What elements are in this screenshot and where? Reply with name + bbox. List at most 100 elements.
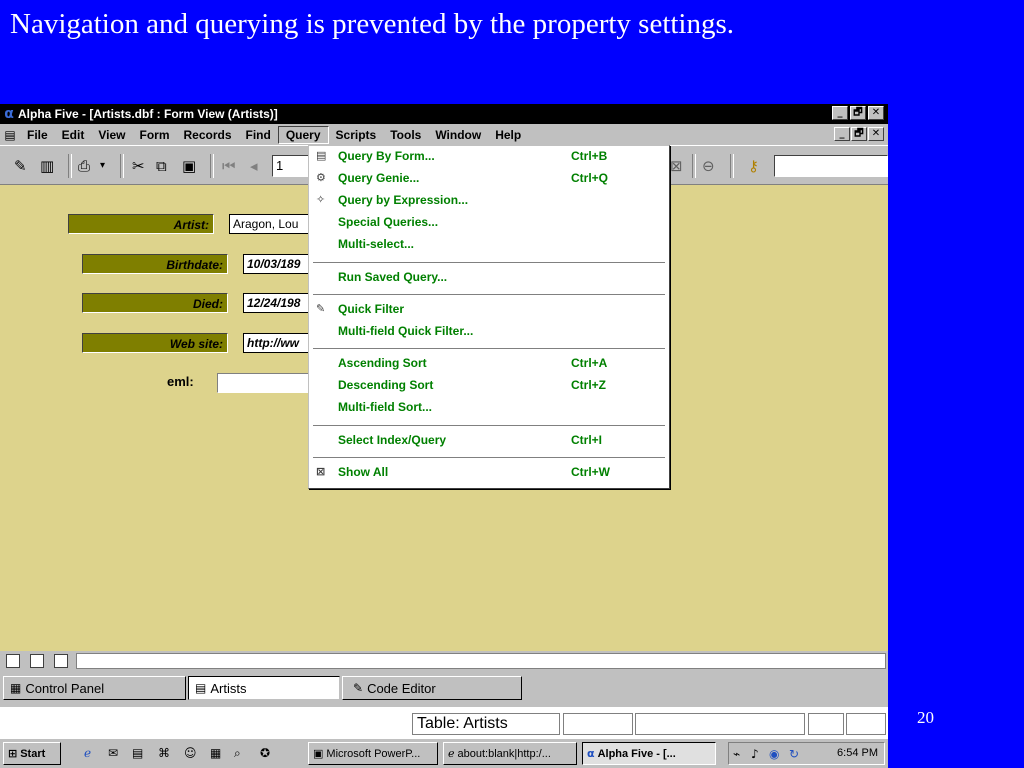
tray-refresh-icon[interactable]: ↻ — [789, 747, 799, 761]
start-button[interactable]: ⊞ Start — [3, 742, 61, 765]
tab-code-editor[interactable]: ✎ Code Editor — [342, 676, 522, 700]
volume-icon[interactable]: ♪ — [751, 747, 759, 761]
document-menu-icon[interactable]: ▤ — [0, 128, 20, 142]
taskbar-alpha-five[interactable]: α Alpha Five - [... — [582, 742, 716, 765]
restore-button[interactable]: 🗗 — [850, 106, 866, 120]
desktop-icon[interactable]: ▦ — [210, 746, 221, 760]
ie-icon[interactable]: ℯ — [84, 746, 91, 760]
query-form-icon: ▤ — [316, 149, 327, 162]
menu-query[interactable]: Query — [277, 125, 329, 144]
item-label: Ascending Sort — [338, 356, 427, 370]
item-label: Query By Form... — [338, 149, 435, 163]
menu-separator — [313, 425, 665, 429]
view-mode-box-3[interactable] — [54, 654, 68, 668]
mdi-close-button[interactable]: ✕ — [868, 127, 884, 141]
multi-field-quick-filter-item[interactable]: Multi-field Quick Filter... — [309, 321, 669, 341]
tray-sync-icon[interactable]: ◉ — [769, 747, 779, 761]
descending-sort-item[interactable]: Descending Sort Ctrl+Z — [309, 375, 669, 395]
find-icon[interactable]: ⌕ — [234, 746, 241, 761]
special-queries-item[interactable]: Special Queries... — [309, 212, 669, 232]
mdi-minimize-button[interactable]: _ — [834, 127, 850, 141]
browser-icon: ℯ — [448, 747, 455, 760]
menu-records[interactable]: Records — [176, 127, 238, 143]
tab-control-panel[interactable]: ▦ Control Panel — [3, 676, 186, 700]
menu-edit[interactable]: Edit — [55, 127, 92, 143]
browse-icon[interactable]: ▥ — [40, 157, 54, 175]
item-shortcut: Ctrl+A — [571, 356, 608, 370]
run-saved-query-item[interactable]: Run Saved Query... — [309, 267, 669, 287]
artist-label: Artist: — [68, 214, 214, 234]
view-mode-box-2[interactable] — [30, 654, 44, 668]
show-all-item[interactable]: ⊠ Show All Ctrl+W — [309, 462, 669, 482]
tab-artists[interactable]: ▤ Artists — [188, 676, 340, 700]
app-quicklaunch-icon[interactable]: ✪ — [260, 746, 270, 760]
item-label: Select Index/Query — [338, 433, 447, 447]
print-icon[interactable]: ⎙ — [78, 157, 90, 175]
birthdate-label: Birthdate: — [82, 254, 228, 274]
item-shortcut: Ctrl+I — [571, 433, 603, 447]
previous-record-icon[interactable]: ◂ — [250, 157, 258, 175]
select-index-query-item[interactable]: Select Index/Query Ctrl+I — [309, 430, 669, 450]
show-all-icon: ⊠ — [316, 465, 326, 478]
table-status: Table: Artists — [412, 713, 560, 735]
outlook-icon[interactable]: ✉ — [108, 746, 118, 760]
minimize-button[interactable]: _ — [832, 106, 848, 120]
tab-label: Artists — [210, 680, 247, 696]
record-number-field[interactable]: 1 — [272, 155, 312, 177]
menu-find[interactable]: Find — [239, 127, 278, 143]
menu-scripts[interactable]: Scripts — [329, 127, 384, 143]
people-icon[interactable]: ☺ — [184, 746, 197, 760]
alpha-five-window: α Alpha Five - [Artists.dbf : Form View … — [0, 104, 888, 738]
menu-view[interactable]: View — [91, 127, 132, 143]
ascending-sort-item[interactable]: Ascending Sort Ctrl+A — [309, 353, 669, 373]
mdi-restore-button[interactable]: 🗗 — [851, 127, 867, 141]
status-cell-4 — [808, 713, 844, 735]
quick-filter-item[interactable]: ✎ Quick Filter — [309, 299, 669, 319]
code-editor-icon: ✎ — [353, 681, 364, 695]
website-label: Web site: — [82, 333, 228, 353]
zoom-icon[interactable]: ⊖ — [702, 157, 715, 175]
menu-file[interactable]: File — [20, 127, 55, 143]
item-label: Quick Filter — [338, 302, 405, 316]
first-record-icon[interactable]: ⏮ — [222, 157, 236, 175]
close-button[interactable]: ✕ — [868, 106, 884, 120]
menu-window[interactable]: Window — [428, 127, 488, 143]
menu-help[interactable]: Help — [488, 127, 528, 143]
notepad-icon[interactable]: ▤ — [132, 746, 143, 760]
task-label: Alpha Five - [... — [597, 747, 676, 760]
view-mode-box-1[interactable] — [6, 654, 20, 668]
cut-icon[interactable]: ✂ — [132, 157, 145, 175]
multi-field-sort-item[interactable]: Multi-field Sort... — [309, 397, 669, 417]
query-by-expression-item[interactable]: ✧ Query by Expression... — [309, 190, 669, 210]
artist-field[interactable]: Aragon, Lou — [229, 214, 309, 234]
window-titlebar[interactable]: α Alpha Five - [Artists.dbf : Form View … — [0, 104, 888, 124]
remove-filter-icon[interactable]: ⊠ — [670, 157, 683, 175]
birthdate-field[interactable]: 10/03/189 — [243, 254, 309, 274]
taskbar-powerpoint[interactable]: ▣ Microsoft PowerP... — [308, 742, 438, 765]
menu-form[interactable]: Form — [132, 127, 176, 143]
multi-select-item[interactable]: Multi-select... — [309, 234, 669, 254]
item-label: Run Saved Query... — [338, 270, 448, 284]
eml-field[interactable] — [217, 373, 309, 393]
copy-icon[interactable]: ⧉ — [156, 157, 167, 175]
item-label: Multi-field Sort... — [338, 400, 432, 414]
query-by-form-item[interactable]: ▤ Query By Form... Ctrl+B — [309, 146, 669, 166]
design-icon[interactable]: ✎ — [14, 157, 27, 175]
died-field[interactable]: 12/24/198 — [243, 293, 309, 313]
website-field[interactable]: http://ww — [243, 333, 309, 353]
tray-network-icon[interactable]: ⌁ — [733, 747, 740, 761]
key-icon[interactable]: ⚷ — [748, 157, 759, 175]
powerpoint-icon: ▣ — [313, 747, 324, 760]
quick-filter-icon: ✎ — [316, 302, 326, 315]
print-dropdown-icon[interactable]: ▾ — [100, 160, 105, 171]
toolbar-search-field[interactable] — [774, 155, 888, 177]
taskbar-browser[interactable]: ℯ about:blank|http:/... — [443, 742, 577, 765]
start-label: Start — [20, 747, 46, 760]
menu-tools[interactable]: Tools — [383, 127, 428, 143]
network-icon[interactable]: ⌘ — [158, 746, 170, 760]
tab-label: Code Editor — [367, 680, 436, 696]
paste-icon[interactable]: ▣ — [182, 157, 196, 175]
form-status-row — [0, 651, 888, 671]
query-genie-item[interactable]: ⚙ Query Genie... Ctrl+Q — [309, 168, 669, 188]
eml-label: eml: — [167, 374, 194, 389]
